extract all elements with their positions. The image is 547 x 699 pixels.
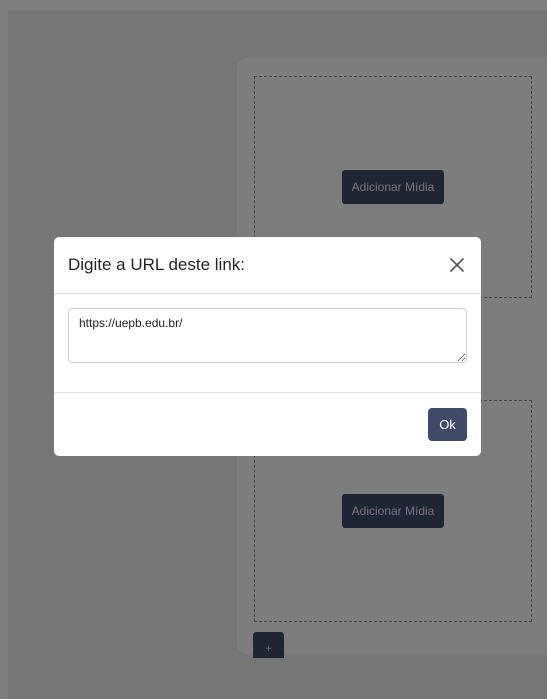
close-button[interactable] [449, 255, 469, 275]
ok-button[interactable]: Ok [428, 407, 467, 441]
modal-body: https://uepb.edu.br/ [54, 294, 481, 393]
url-input[interactable]: https://uepb.edu.br/ [68, 308, 467, 363]
modal-header: Digite a URL deste link: [54, 237, 481, 294]
modal-title: Digite a URL deste link: [68, 255, 246, 274]
close-icon [450, 258, 464, 272]
modal-footer: Ok [54, 393, 481, 455]
link-url-dialog: Digite a URL deste link: https://uepb.ed… [54, 237, 481, 456]
